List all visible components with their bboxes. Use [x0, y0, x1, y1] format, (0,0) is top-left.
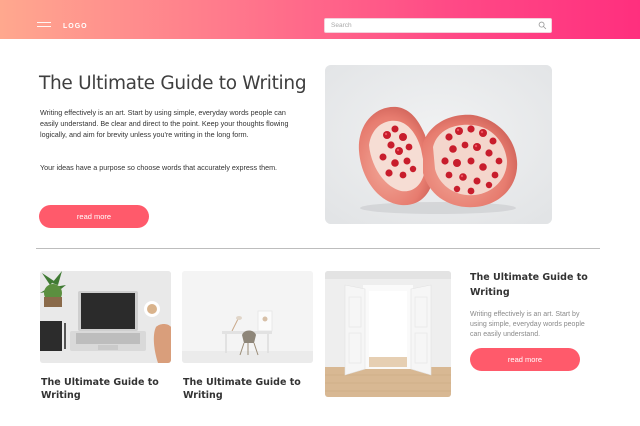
hero-paragraph-1: Writing effectively is an art. Start by …: [40, 108, 289, 139]
pomegranate-image: [325, 65, 552, 224]
desk-chair-image[interactable]: [182, 271, 313, 363]
card-title-1[interactable]: The Ultimate Guide to Writing: [41, 376, 176, 402]
top-bar: LOGO: [0, 0, 640, 39]
search-box[interactable]: [324, 18, 552, 33]
feature-read-more-button[interactable]: read more: [470, 348, 580, 371]
hero-title: The Ultimate Guide to Writing: [39, 73, 307, 94]
hamburger-menu-icon[interactable]: [37, 22, 51, 30]
search-input[interactable]: [331, 19, 531, 32]
logo[interactable]: LOGO: [63, 23, 88, 30]
open-door-image[interactable]: [325, 271, 451, 397]
feature-text: Writing effectively is an art. Start by …: [470, 311, 585, 338]
feature-title[interactable]: The Ultimate Guide to Writing: [470, 270, 600, 300]
card-title-2[interactable]: The Ultimate Guide to Writing: [183, 376, 318, 402]
hero-read-more-button[interactable]: read more: [39, 205, 149, 228]
hero-paragraph-2: Your ideas have a purpose so choose word…: [40, 163, 278, 172]
search-icon[interactable]: [538, 21, 547, 30]
section-divider: [36, 248, 600, 249]
laptop-desk-image[interactable]: [40, 271, 171, 363]
